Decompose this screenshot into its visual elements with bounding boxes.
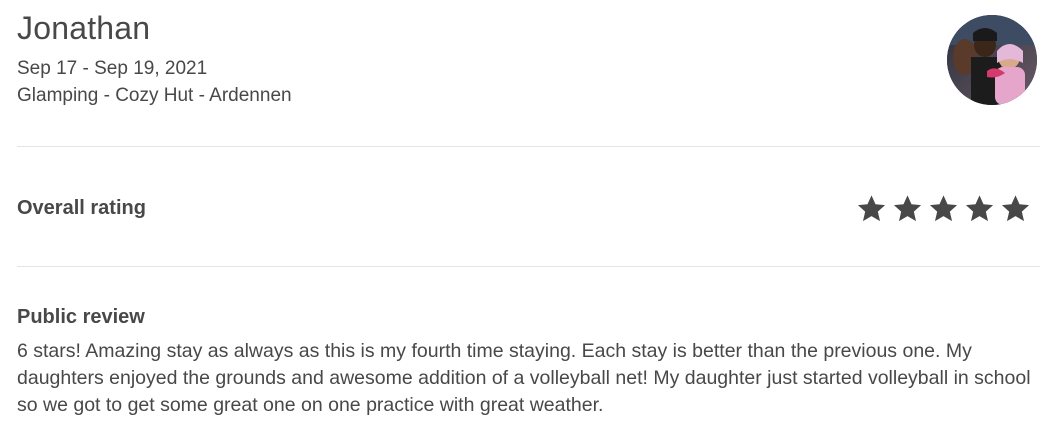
avatar-photo (947, 15, 1037, 105)
star-icon (965, 195, 994, 222)
listing-name: Glamping - Cozy Hut - Ardennen (17, 85, 292, 106)
stay-dates: Sep 17 - Sep 19, 2021 (17, 58, 208, 79)
public-review-label: Public review (17, 306, 145, 328)
guest-name: Jonathan (17, 10, 151, 46)
star-icon (1001, 195, 1030, 222)
star-icon (857, 195, 886, 222)
divider (17, 266, 1040, 267)
review-card: Jonathan Sep 17 - Sep 19, 2021 Glamping … (0, 0, 1061, 431)
star-icon (893, 195, 922, 222)
overall-rating-label: Overall rating (17, 197, 146, 219)
star-rating (856, 193, 1031, 227)
avatar (947, 15, 1037, 105)
star-icon (929, 195, 958, 222)
divider (17, 146, 1040, 147)
public-review-text: 6 stars! Amazing stay as always as this … (17, 340, 1031, 416)
